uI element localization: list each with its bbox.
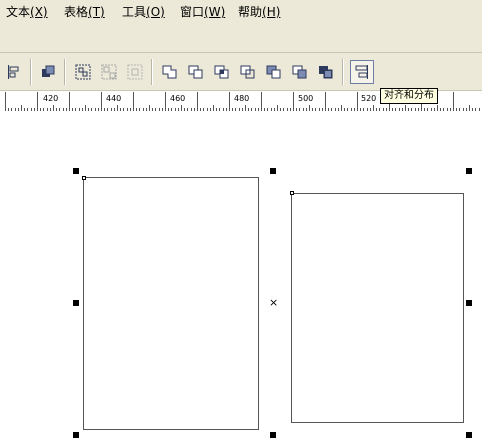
node-handle[interactable] xyxy=(82,176,86,180)
node-handle[interactable] xyxy=(290,191,294,195)
toolbar xyxy=(0,52,482,91)
selection-handle-bottom-center[interactable] xyxy=(270,432,276,438)
weld-icon xyxy=(162,65,177,79)
ruler-tick xyxy=(5,92,6,111)
selection-handle-bottom-right[interactable] xyxy=(466,432,472,438)
ruler-tick xyxy=(229,92,230,111)
drawing-canvas[interactable]: × xyxy=(0,111,482,445)
align-left-icon xyxy=(8,65,19,79)
ruler-label: 500 xyxy=(298,94,314,103)
menu-table[interactable]: 表格(T) xyxy=(64,3,105,20)
bring-to-front-icon xyxy=(42,65,55,77)
ungroup-all-icon xyxy=(127,64,143,80)
trim-button[interactable] xyxy=(185,61,207,83)
selection-handle-top-right[interactable] xyxy=(466,168,472,174)
rectangle-shape-left[interactable] xyxy=(83,177,259,430)
boundary-icon xyxy=(319,66,333,79)
ruler-tick xyxy=(453,92,454,111)
menu-tools[interactable]: 工具(O) xyxy=(122,3,165,20)
align-distribute-icon xyxy=(355,65,368,79)
front-minus-back-icon xyxy=(266,65,281,79)
tooltip: 对齐和分布 xyxy=(380,88,438,104)
front-minus-back-button[interactable] xyxy=(263,61,285,83)
back-minus-front-button[interactable] xyxy=(289,61,311,83)
rectangle-shape-right[interactable] xyxy=(291,193,464,423)
rotation-center-icon[interactable]: × xyxy=(269,297,278,308)
bring-to-front-button[interactable] xyxy=(37,61,59,83)
ruler-label: 460 xyxy=(170,94,186,103)
ruler-tick xyxy=(165,92,166,111)
menu-tools-accel: (O) xyxy=(146,5,165,19)
boundary-button[interactable] xyxy=(315,61,337,83)
selection-handle-top-left[interactable] xyxy=(73,168,79,174)
ruler-tick xyxy=(101,92,102,111)
menu-text[interactable]: 文本(X) xyxy=(6,3,48,20)
selection-handle-middle-left[interactable] xyxy=(73,300,79,306)
ruler-tick xyxy=(37,92,38,111)
ruler-tick xyxy=(325,92,326,111)
menu-text-label: 文本 xyxy=(6,5,31,19)
toolbar-separator xyxy=(151,59,153,85)
ruler-tick xyxy=(69,92,70,111)
ungroup-all-button[interactable] xyxy=(124,61,146,83)
menu-window-accel: (W) xyxy=(204,5,226,19)
selection-handle-bottom-left[interactable] xyxy=(73,432,79,438)
menu-help-label: 帮助 xyxy=(238,5,263,19)
intersect-button[interactable] xyxy=(211,61,233,83)
menu-help[interactable]: 帮助(H) xyxy=(238,3,280,20)
toolbar-separator xyxy=(30,59,32,85)
selection-handle-middle-right[interactable] xyxy=(466,300,472,306)
ruler-tick xyxy=(293,92,294,111)
menu-help-accel: (H) xyxy=(262,5,281,19)
align-left-button[interactable] xyxy=(3,61,25,83)
toolbar-separator xyxy=(64,59,66,85)
selection-handle-top-center[interactable] xyxy=(270,168,276,174)
menu-table-accel: (T) xyxy=(88,5,105,19)
simplify-button[interactable] xyxy=(237,61,259,83)
ruler-tick xyxy=(261,92,262,111)
ruler-tick xyxy=(133,92,134,111)
group-button[interactable] xyxy=(72,61,94,83)
simplify-icon xyxy=(240,65,255,79)
ruler-label: 420 xyxy=(43,94,59,103)
ungroup-icon xyxy=(101,64,117,80)
toolbar-separator xyxy=(342,59,344,85)
property-bar xyxy=(0,22,482,52)
menu-window[interactable]: 窗口(W) xyxy=(180,3,225,20)
weld-button[interactable] xyxy=(159,61,181,83)
ruler-label: 480 xyxy=(234,94,250,103)
intersect-icon xyxy=(214,65,229,79)
ruler-tick xyxy=(357,92,358,111)
menu-text-accel: (X) xyxy=(30,5,48,19)
back-minus-front-icon xyxy=(292,65,307,79)
menu-table-label: 表格 xyxy=(64,5,89,19)
ungroup-button[interactable] xyxy=(98,61,120,83)
ruler-label: 520 xyxy=(361,94,377,103)
group-icon xyxy=(75,64,91,80)
ruler-tick xyxy=(197,92,198,111)
trim-icon xyxy=(188,65,203,79)
menu-bar: 文本(X) 表格(T) 工具(O) 窗口(W) 帮助(H) xyxy=(0,0,482,22)
ruler-label: 440 xyxy=(106,94,122,103)
menu-window-label: 窗口 xyxy=(180,5,205,19)
menu-tools-label: 工具 xyxy=(122,5,147,19)
align-distribute-button[interactable] xyxy=(350,60,374,84)
